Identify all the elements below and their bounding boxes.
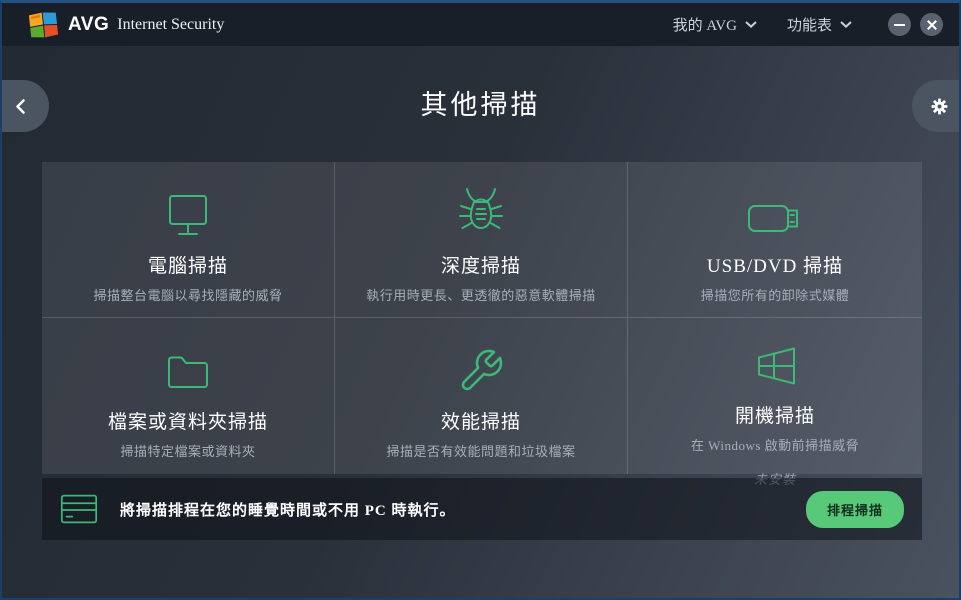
my-avg-menu[interactable]: 我的 AVG (673, 14, 757, 35)
brand-name: AVG (68, 14, 109, 36)
bug-icon (456, 187, 506, 239)
tile-usb-dvd-scan[interactable]: USB/DVD 掃描 掃描您所有的卸除式媒體 (628, 162, 922, 318)
tile-performance-scan[interactable]: 效能掃描 掃描是否有效能問題和垃圾檔案 (335, 318, 628, 474)
settings-button[interactable] (912, 80, 959, 132)
main-area: 其他掃描 (2, 46, 959, 598)
tile-file-folder-scan[interactable]: 檔案或資料夾掃描 掃描特定檔案或資料夾 (42, 318, 335, 474)
product-name: Internet Security (117, 16, 224, 34)
tile-subtitle: 掃描特定檔案或資料夾 (120, 441, 255, 460)
chevron-left-icon (15, 98, 26, 115)
tile-subtitle: 掃描是否有效能問題和垃圾檔案 (386, 441, 575, 460)
tile-title: 效能掃描 (441, 407, 521, 434)
tile-subtitle: 執行用時更長、更透徹的惡意軟體掃描 (366, 285, 596, 304)
schedule-scan-button[interactable]: 排程掃描 (806, 491, 904, 528)
close-button[interactable] (920, 13, 943, 36)
schedule-icon (58, 490, 100, 528)
monitor-icon (159, 187, 217, 239)
schedule-message: 將掃描排程在您的睡覺時間或不用 PC 時執行。 (120, 499, 456, 520)
tile-boot-scan[interactable]: 開機掃描 在 Windows 啟動前掃描威脅 未安裝 (628, 318, 922, 474)
titlebar-menus: 我的 AVG 功能表 (673, 13, 943, 36)
tile-title: 開機掃描 (735, 401, 815, 428)
tile-title: 深度掃描 (441, 251, 521, 278)
tile-subtitle: 在 Windows 啟動前掃描威脅 (691, 435, 859, 454)
page-title: 其他掃描 (2, 46, 959, 158)
minimize-icon (894, 24, 905, 26)
folder-icon (162, 343, 214, 395)
avg-logo-icon (28, 11, 59, 39)
tile-subtitle: 掃描整台電腦以尋找隱藏的威脅 (93, 285, 282, 304)
tile-title: 電腦掃描 (148, 251, 228, 278)
chevron-down-icon (745, 21, 757, 28)
gear-icon (929, 96, 950, 117)
main-menu-label: 功能表 (787, 14, 832, 35)
main-menu[interactable]: 功能表 (787, 14, 852, 35)
tile-subtitle: 掃描您所有的卸除式媒體 (701, 285, 850, 304)
scan-tiles-grid: 電腦掃描 掃描整台電腦以尋找隱藏的威脅 (42, 162, 922, 474)
minimize-button[interactable] (888, 13, 911, 36)
titlebar: AVG Internet Security 我的 AVG 功能表 (2, 3, 959, 46)
tile-title: USB/DVD 掃描 (707, 251, 843, 278)
windows-icon (749, 343, 801, 389)
tile-computer-scan[interactable]: 電腦掃描 掃描整台電腦以尋找隱藏的威脅 (42, 162, 335, 318)
schedule-bar: 將掃描排程在您的睡覺時間或不用 PC 時執行。 排程掃描 (42, 478, 922, 540)
my-avg-menu-label: 我的 AVG (673, 14, 737, 35)
chevron-down-icon (840, 21, 852, 28)
usb-icon (745, 187, 805, 239)
window-controls (888, 13, 943, 36)
avg-window: AVG Internet Security 我的 AVG 功能表 其他掃描 (0, 0, 961, 600)
wrench-icon (457, 343, 505, 395)
tile-deep-scan[interactable]: 深度掃描 執行用時更長、更透徹的惡意軟體掃描 (335, 162, 628, 318)
tile-title: 檔案或資料夾掃描 (108, 407, 268, 434)
